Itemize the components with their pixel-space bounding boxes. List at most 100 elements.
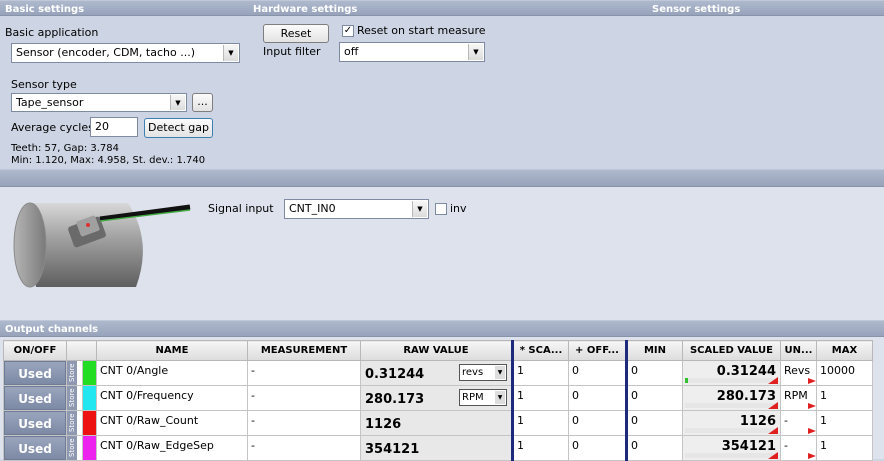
max-cell[interactable]: 10000 xyxy=(816,360,873,386)
input-filter-select[interactable]: off ▼ xyxy=(339,42,485,62)
store-toggle[interactable]: Store xyxy=(67,361,77,385)
name-cell[interactable]: CNT 0/Raw_EdgeSep xyxy=(96,435,248,461)
unit-value: Revs xyxy=(784,364,811,377)
inv-checkbox[interactable] xyxy=(435,203,447,215)
basic-application-select[interactable]: Sensor (encoder, CDM, tacho ...) ▼ xyxy=(11,43,240,63)
output-channels-table: ON/OFF NAME MEASUREMENT RAW VALUE * SCA.… xyxy=(3,340,873,461)
sensor-browse-button[interactable]: ... xyxy=(192,93,213,112)
channel-color-swatch[interactable] xyxy=(83,411,96,435)
unit-value: - xyxy=(784,414,788,427)
scale-cell[interactable]: 1 xyxy=(511,360,569,386)
onoff-cell[interactable]: Used xyxy=(3,360,67,386)
onoff-cell[interactable]: Used xyxy=(3,385,67,411)
unit-cell[interactable]: - xyxy=(780,435,817,461)
input-filter-label: Input filter xyxy=(263,45,321,58)
color-cell[interactable] xyxy=(82,435,97,461)
signal-input-value: CNT_IN0 xyxy=(289,202,336,215)
min-cell[interactable]: 0 xyxy=(625,435,683,461)
basic-application-label: Basic application xyxy=(5,26,99,39)
offset-cell[interactable]: 0 xyxy=(568,360,627,386)
col-header-name[interactable]: NAME xyxy=(96,340,248,361)
tape-sensor-illustration xyxy=(13,202,191,288)
detect-gap-button[interactable]: Detect gap xyxy=(144,118,213,138)
measurement-cell[interactable]: - xyxy=(247,410,361,436)
chevron-down-icon: ▼ xyxy=(412,201,427,217)
raw-value-cell: 280.173 RPM ▼ xyxy=(360,385,513,411)
sensor-panel: Signal input CNT_IN0 ▼ inv xyxy=(0,187,884,320)
chevron-down-icon: ▼ xyxy=(170,95,185,110)
unit-cell[interactable]: - xyxy=(780,410,817,436)
used-toggle[interactable]: Used xyxy=(4,411,66,435)
used-toggle[interactable]: Used xyxy=(4,386,66,410)
reset-button[interactable]: Reset xyxy=(263,24,329,43)
col-header-offset[interactable]: + OFF... xyxy=(568,340,627,361)
overflow-marker-icon xyxy=(768,377,778,384)
average-cycles-input[interactable]: 20 xyxy=(90,117,138,137)
offset-cell[interactable]: 0 xyxy=(568,435,627,461)
name-cell[interactable]: CNT 0/Angle xyxy=(96,360,248,386)
signal-input-label: Signal input xyxy=(208,202,274,215)
store-cell[interactable]: Store xyxy=(66,435,83,461)
sensor-type-label: Sensor type xyxy=(11,78,77,91)
channel-color-swatch[interactable] xyxy=(83,386,96,410)
scale-cell[interactable]: 1 xyxy=(511,385,569,411)
store-toggle[interactable]: Store xyxy=(67,386,77,410)
store-cell[interactable]: Store xyxy=(66,385,83,411)
measurement-cell[interactable]: - xyxy=(247,385,361,411)
col-header-measurement[interactable]: MEASUREMENT xyxy=(247,340,361,361)
sensor-type-select[interactable]: Tape_sensor ▼ xyxy=(11,93,187,112)
scaled-value-cell: 280.173 xyxy=(682,385,781,411)
used-toggle[interactable]: Used xyxy=(4,436,66,460)
col-header-unit[interactable]: UN... xyxy=(780,340,817,361)
min-cell[interactable]: 0 xyxy=(625,360,683,386)
table-row[interactable]: Used Store CNT 0/Frequency -280.173 RPM ▼ 1 0 0 2… xyxy=(3,385,873,411)
col-header-min[interactable]: MIN xyxy=(625,340,683,361)
max-cell[interactable]: 1 xyxy=(816,435,873,461)
store-toggle[interactable]: Store xyxy=(67,436,77,460)
name-cell[interactable]: CNT 0/Frequency xyxy=(96,385,248,411)
store-toggle[interactable]: Store xyxy=(67,411,77,435)
measurement-cell[interactable]: - xyxy=(247,435,361,461)
col-header-scaled-value[interactable]: SCALED VALUE xyxy=(682,340,781,361)
onoff-cell[interactable]: Used xyxy=(3,410,67,436)
channel-name: CNT 0/Raw_EdgeSep xyxy=(100,439,214,452)
used-toggle[interactable]: Used xyxy=(4,361,66,385)
col-header-color[interactable] xyxy=(66,340,97,361)
color-cell[interactable] xyxy=(82,360,97,386)
col-header-max[interactable]: MAX xyxy=(816,340,873,361)
min-cell[interactable]: 0 xyxy=(625,410,683,436)
offset-cell[interactable]: 0 xyxy=(568,385,627,411)
table-row[interactable]: Used Store CNT 0/Raw_Count -1126 1 0 0 1126-1 xyxy=(3,410,873,436)
scale-cell[interactable]: 1 xyxy=(511,435,569,461)
scale-cell[interactable]: 1 xyxy=(511,410,569,436)
raw-value: 280.173 xyxy=(365,392,425,407)
channel-color-swatch[interactable] xyxy=(83,361,96,385)
unit-cell[interactable]: RPM xyxy=(780,385,817,411)
sensor-type-value: Tape_sensor xyxy=(16,96,84,109)
color-cell[interactable] xyxy=(82,385,97,411)
offset-cell[interactable]: 0 xyxy=(568,410,627,436)
max-cell[interactable]: 1 xyxy=(816,410,873,436)
raw-unit-select[interactable]: revs ▼ xyxy=(459,364,507,381)
store-cell[interactable]: Store xyxy=(66,360,83,386)
col-header-raw-value[interactable]: RAW VALUE xyxy=(360,340,513,361)
col-header-onoff[interactable]: ON/OFF xyxy=(3,340,67,361)
raw-value-cell: 0.31244 revs ▼ xyxy=(360,360,513,386)
onoff-cell[interactable]: Used xyxy=(3,435,67,461)
name-cell[interactable]: CNT 0/Raw_Count xyxy=(96,410,248,436)
raw-unit-select[interactable]: RPM ▼ xyxy=(459,389,507,406)
min-cell[interactable]: 0 xyxy=(625,385,683,411)
unit-marker-icon xyxy=(808,453,816,459)
max-cell[interactable]: 1 xyxy=(816,385,873,411)
channel-color-swatch[interactable] xyxy=(83,436,96,460)
signal-input-select[interactable]: CNT_IN0 ▼ xyxy=(284,199,429,219)
color-cell[interactable] xyxy=(82,410,97,436)
unit-cell[interactable]: Revs xyxy=(780,360,817,386)
table-row[interactable]: Used Store CNT 0/Angle - 0.31244 revs ▼ 1 0 0 0.31… xyxy=(3,360,873,386)
reset-on-start-checkbox[interactable]: ✓ xyxy=(342,25,354,37)
table-row[interactable]: Used Store CNT 0/Raw_EdgeSep -354121 1 0 0 3541… xyxy=(3,435,873,461)
store-cell[interactable]: Store xyxy=(66,410,83,436)
col-header-scale[interactable]: * SCA... xyxy=(511,340,569,361)
measurement-cell[interactable]: - xyxy=(247,360,361,386)
scale-value: 1 xyxy=(517,414,524,427)
